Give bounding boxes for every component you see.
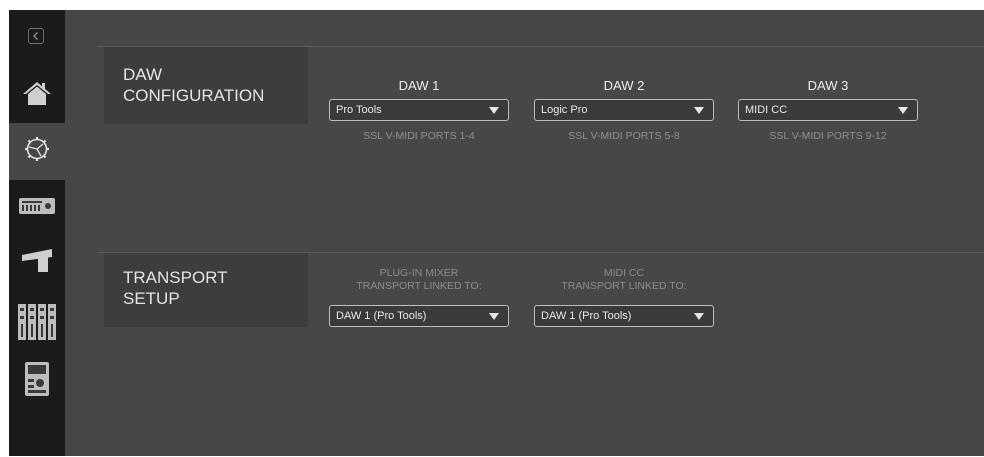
daw-2-select-value: Logic Pro — [541, 104, 588, 116]
section-title-line: CONFIGURATION — [123, 86, 265, 105]
collapse-arrow-icon[interactable] — [28, 28, 44, 44]
daw-3-label: DAW 3 — [807, 78, 849, 93]
daw-2-ports: SSL V-MIDI PORTS 5-8 — [568, 130, 680, 142]
dropdown-arrow-icon — [489, 313, 499, 320]
daw-configuration-title: DAW CONFIGURATION — [104, 47, 308, 124]
daw-3-select-value: MIDI CC — [745, 104, 788, 116]
sidebar-item-fader[interactable] — [9, 242, 65, 282]
section-title-line: SETUP — [123, 289, 180, 308]
sidebar-item-controller[interactable] — [9, 356, 65, 406]
sidebar-item-home[interactable] — [9, 70, 65, 120]
sidebar-item-settings[interactable] — [9, 123, 65, 180]
label-line: MIDI CC — [603, 267, 645, 279]
console-module-icon — [18, 196, 56, 221]
sidebar — [9, 10, 65, 456]
sidebar-item-channel-strips[interactable] — [9, 298, 65, 350]
label-line: TRANSPORT LINKED TO: — [356, 280, 482, 292]
daw-3-select[interactable]: MIDI CC — [738, 99, 918, 121]
dropdown-arrow-icon — [898, 107, 908, 114]
settings-gear-icon — [24, 136, 50, 167]
plugin-mixer-transport-value: DAW 1 (Pro Tools) — [336, 310, 427, 322]
daw-1-label: DAW 1 — [398, 78, 440, 93]
fader-icon — [20, 247, 54, 278]
main-content: DAW CONFIGURATION DAW 1 Pro Tools SSL V-… — [65, 10, 984, 456]
daw-2-select[interactable]: Logic Pro — [534, 99, 714, 121]
midi-cc-transport-value: DAW 1 (Pro Tools) — [541, 310, 632, 322]
label-line: PLUG-IN MIXER — [379, 267, 459, 279]
daw-2-label: DAW 2 — [603, 78, 645, 93]
controller-unit-icon — [24, 361, 50, 402]
section-title-line: DAW — [123, 65, 163, 84]
dropdown-arrow-icon — [694, 313, 704, 320]
daw-1-select-value: Pro Tools — [336, 104, 382, 116]
app-window: DAW CONFIGURATION DAW 1 Pro Tools SSL V-… — [9, 10, 984, 456]
sidebar-item-console[interactable] — [9, 188, 65, 228]
daw-3-ports: SSL V-MIDI PORTS 9-12 — [769, 130, 887, 142]
channel-strips-icon — [17, 302, 57, 347]
section-title-line: TRANSPORT — [123, 268, 228, 287]
dropdown-arrow-icon — [694, 107, 704, 114]
dropdown-arrow-icon — [489, 107, 499, 114]
midi-cc-transport-label: MIDI CC TRANSPORT LINKED TO: — [534, 267, 714, 293]
plugin-mixer-transport-select[interactable]: DAW 1 (Pro Tools) — [329, 305, 509, 327]
daw-1-select[interactable]: Pro Tools — [329, 99, 509, 121]
daw-1-ports: SSL V-MIDI PORTS 1-4 — [363, 130, 475, 142]
transport-setup-title: TRANSPORT SETUP — [104, 253, 308, 327]
label-line: TRANSPORT LINKED TO: — [561, 280, 687, 292]
plugin-mixer-transport-label: PLUG-IN MIXER TRANSPORT LINKED TO: — [329, 267, 509, 293]
midi-cc-transport-select[interactable]: DAW 1 (Pro Tools) — [534, 305, 714, 327]
home-icon — [22, 80, 52, 111]
